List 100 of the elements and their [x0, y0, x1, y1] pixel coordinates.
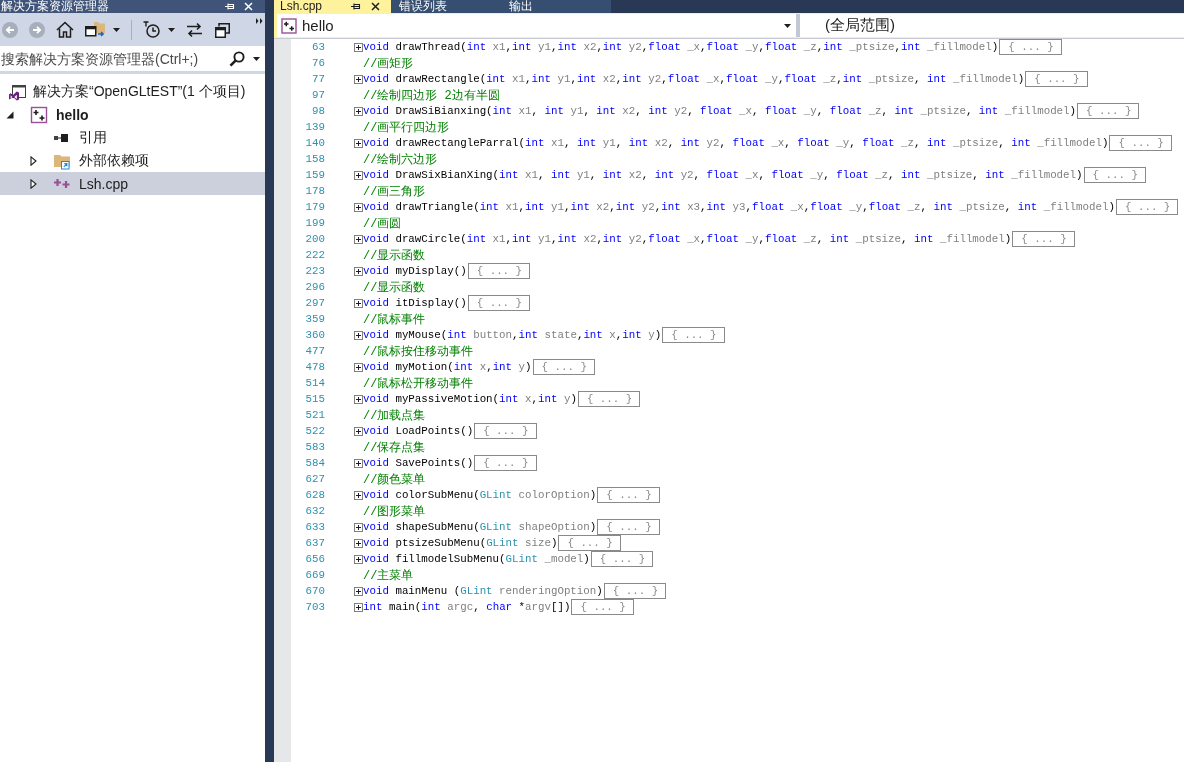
plus-box-icon[interactable] [354, 426, 363, 436]
collapsed-code-block[interactable]: { ... } [662, 327, 725, 343]
plus-box-icon[interactable] [354, 170, 363, 180]
code-comment: //画矩形 [363, 55, 414, 72]
line-number: 669 [304, 569, 325, 581]
pin-icon[interactable] [350, 1, 362, 12]
caret-icon[interactable] [113, 27, 120, 32]
plus-box-icon[interactable] [354, 362, 363, 372]
collapsed-code-block[interactable]: { ... } [1116, 199, 1179, 215]
collapsed-code-block[interactable]: { ... } [1012, 231, 1075, 247]
code-comment: //画三角形 [363, 183, 426, 200]
plus-box-icon[interactable] [354, 202, 363, 212]
code-line: void myPassiveMotion(int x,int y) [363, 393, 577, 405]
collapsed-code-block[interactable]: { ... } [1083, 167, 1146, 183]
clock-icon[interactable] [143, 21, 160, 38]
caret-icon[interactable] [168, 27, 175, 32]
line-number: 633 [304, 521, 325, 533]
line-number: 583 [304, 441, 325, 453]
document-tab[interactable]: Lsh.cpp [274, 0, 392, 13]
collapsed-code-block[interactable]: { ... } [1077, 103, 1140, 119]
line-number: 199 [304, 217, 325, 229]
plus-box-icon[interactable] [354, 394, 363, 404]
plus-box-icon[interactable] [354, 138, 363, 148]
two-way-arrows-icon[interactable] [186, 21, 203, 38]
code-line: void myDisplay() [363, 265, 467, 277]
code-comment: //显示函数 [363, 247, 426, 264]
collapsed-code-block[interactable]: { ... } [597, 519, 660, 535]
plus-box-icon[interactable] [354, 602, 363, 612]
search-field[interactable]: 搜索解决方案资源管理器(Ctrl+;) [0, 46, 265, 71]
code-comment: //画平行四边形 [363, 119, 450, 136]
line-number: 139 [304, 121, 325, 133]
code-comment: //鼠标松开移动事件 [363, 375, 474, 392]
tree-item[interactable]: 解决方案“OpenGLtEST”(1 个项目) [0, 80, 265, 103]
code-comment: //主菜单 [363, 567, 414, 584]
tree-item[interactable]: 外部依赖项 [0, 149, 265, 172]
line-number: 359 [304, 313, 325, 325]
stacked-windows-icon[interactable] [214, 21, 231, 38]
plus-box-icon[interactable] [354, 554, 363, 564]
overflow-icon[interactable] [256, 18, 263, 24]
collapsed-code-block[interactable]: { ... } [597, 487, 660, 503]
caret-icon[interactable] [784, 23, 791, 28]
window-folder-icon[interactable] [85, 21, 105, 38]
plus-box-icon[interactable] [354, 106, 363, 116]
plus-box-icon[interactable] [354, 586, 363, 596]
code-comment: //显示函数 [363, 279, 426, 296]
code-line: void shapeSubMenu(GLint shapeOption) [363, 521, 597, 533]
collapsed-code-block[interactable]: { ... } [474, 423, 537, 439]
plus-box-icon[interactable] [354, 330, 363, 340]
collapsed-code-block[interactable]: { ... } [577, 391, 641, 407]
plus-box-icon[interactable] [354, 490, 363, 500]
expanded-arrow-icon[interactable] [6, 110, 14, 119]
line-number: 703 [304, 601, 325, 613]
collapsed-code-block[interactable]: { ... } [467, 263, 531, 279]
tree-item[interactable]: hello [0, 103, 265, 126]
home-icon[interactable] [56, 21, 74, 38]
line-number: 514 [304, 377, 325, 389]
collapsed-code-block[interactable]: { ... } [603, 583, 667, 599]
line-number: 478 [304, 361, 325, 373]
collapsed-code-block[interactable]: { ... } [999, 39, 1062, 55]
collapsed-arrow-icon[interactable] [29, 155, 37, 166]
line-number: 140 [304, 137, 325, 149]
tree-item[interactable]: 引用 [0, 126, 265, 149]
search-icon[interactable] [229, 50, 245, 67]
collapsed-code-block[interactable]: { ... } [571, 599, 634, 615]
document-tab[interactable]: 输出 [501, 0, 612, 13]
collapsed-arrow-icon[interactable] [29, 178, 37, 189]
plus-box-icon[interactable] [354, 522, 363, 532]
line-number: 158 [304, 153, 325, 165]
project-dropdown[interactable]: hello [277, 14, 796, 37]
collapsed-code-block[interactable]: { ... } [1109, 135, 1172, 151]
plus-box-icon[interactable] [354, 298, 363, 308]
collapsed-code-block[interactable]: { ... } [558, 535, 621, 551]
line-number: 77 [311, 73, 325, 85]
line-number: 521 [304, 409, 325, 421]
plus-box-icon[interactable] [354, 266, 363, 276]
plus-box-icon[interactable] [354, 234, 363, 244]
code-comment: //保存点集 [363, 439, 426, 456]
document-tab[interactable]: 错误列表 [391, 0, 502, 13]
code-line: void LoadPoints() [363, 425, 474, 437]
line-number: 637 [304, 537, 325, 549]
plus-box-icon[interactable] [354, 74, 363, 84]
line-number: 76 [311, 57, 325, 69]
code-comment: //鼠标按住移动事件 [363, 343, 474, 360]
plus-box-icon[interactable] [354, 42, 363, 52]
close-icon[interactable] [371, 2, 381, 11]
plus-box-icon[interactable] [354, 458, 363, 468]
code-line: void drawRectangle(int x1,int y1,int x2,int y2,float _x,float _y,float _z,int _ptsize, int _fillmodel) [363, 73, 1025, 85]
scope-dropdown[interactable]: (全局范围) [800, 14, 1184, 37]
collapsed-code-block[interactable]: { ... } [532, 359, 595, 375]
collapsed-code-block[interactable]: { ... } [467, 295, 531, 311]
collapsed-code-block[interactable]: { ... } [474, 455, 537, 471]
line-number: 200 [304, 233, 325, 245]
line-number: 522 [304, 425, 325, 437]
code-line: void mainMenu (GLint renderingOption) [363, 585, 603, 597]
code-line: void itDisplay() [363, 297, 467, 309]
plus-box-icon[interactable] [354, 538, 363, 548]
collapsed-code-block[interactable]: { ... } [1025, 71, 1088, 87]
tree-item[interactable]: Lsh.cpp [0, 172, 265, 195]
collapsed-code-block[interactable]: { ... } [590, 551, 654, 567]
caret-icon[interactable] [253, 56, 260, 61]
